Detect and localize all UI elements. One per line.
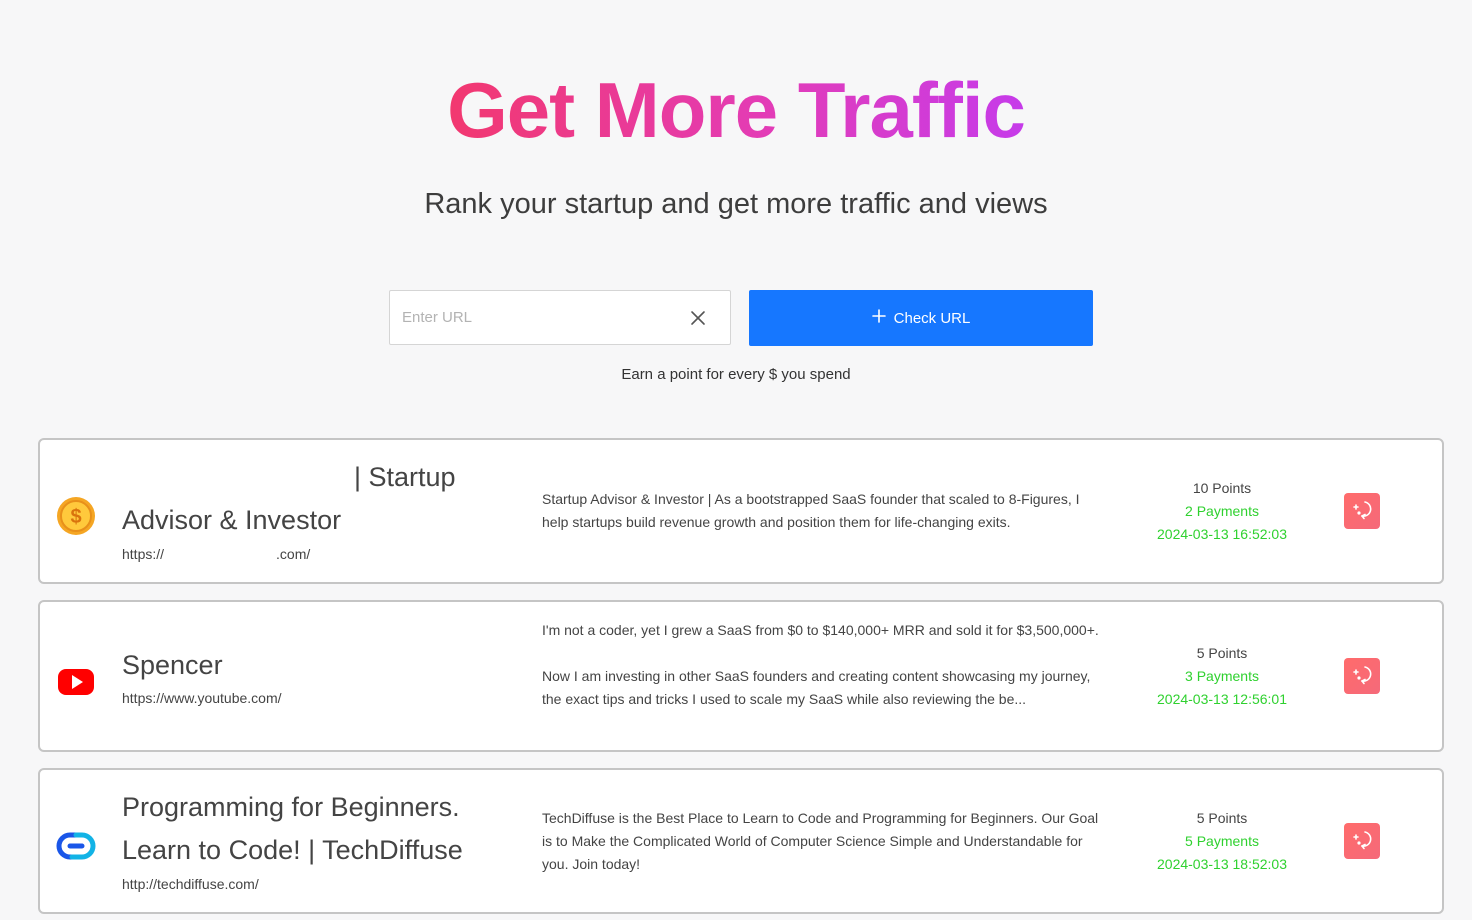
- points-count: 5 Points: [1196, 810, 1248, 826]
- listing-description: TechDiffuse is the Best Place to Learn t…: [542, 810, 1099, 872]
- sparkle-refresh-icon: [1350, 662, 1374, 691]
- listing-url[interactable]: https://.com/: [122, 546, 310, 562]
- listing-description: I'm not a coder, yet I grew a SaaS from …: [542, 622, 1099, 707]
- boost-button[interactable]: [1344, 658, 1380, 694]
- url-input[interactable]: [390, 291, 704, 344]
- svg-text:$: $: [70, 506, 81, 528]
- dollar-coin-icon: $: [56, 496, 96, 536]
- sparkle-refresh-icon: [1350, 827, 1374, 856]
- clear-icon[interactable]: [688, 308, 708, 328]
- listing-date: 2024-03-13 18:52:03: [1157, 856, 1287, 872]
- techdiffuse-logo-icon: [56, 826, 96, 866]
- boost-button[interactable]: [1344, 823, 1380, 859]
- check-url-label: Check URL: [893, 309, 971, 327]
- sparkle-refresh-icon: [1350, 497, 1374, 526]
- hero-subtitle: Rank your startup and get more traffic a…: [424, 188, 1048, 220]
- payments-count: 5 Payments: [1185, 833, 1259, 849]
- listing-card[interactable]: $ | Startup Advisor & Investor https://.…: [38, 438, 1444, 584]
- earn-note: Earn a point for every $ you spend: [621, 366, 851, 383]
- listing-date: 2024-03-13 12:56:01: [1157, 691, 1287, 707]
- listing-description: Startup Advisor & Investor | As a bootst…: [542, 491, 1080, 530]
- listing-url[interactable]: http://techdiffuse.com/: [122, 876, 259, 892]
- listing-title[interactable]: Programming for Beginners. Learn to Code…: [122, 786, 482, 872]
- listing-stats: 5 Points 3 Payments 2024-03-13 12:56:01: [1142, 642, 1302, 711]
- boost-button[interactable]: [1344, 493, 1380, 529]
- url-field[interactable]: [389, 290, 731, 345]
- listing-card[interactable]: Programming for Beginners. Learn to Code…: [38, 768, 1444, 914]
- check-url-button[interactable]: Check URL: [749, 290, 1093, 346]
- youtube-icon: [56, 662, 96, 702]
- listing-stats: 10 Points 2 Payments 2024-03-13 16:52:03: [1142, 477, 1302, 546]
- listing-card[interactable]: Spencer https://www.youtube.com/ I'm not…: [38, 600, 1444, 752]
- points-count: 5 Points: [1196, 645, 1248, 661]
- listing-stats: 5 Points 5 Payments 2024-03-13 18:52:03: [1142, 807, 1302, 876]
- hero-title: Get More Traffic: [447, 66, 1026, 154]
- payments-count: 2 Payments: [1185, 503, 1259, 519]
- listing-date: 2024-03-13 16:52:03: [1157, 526, 1287, 542]
- points-count: 10 Points: [1192, 480, 1252, 496]
- payments-count: 3 Payments: [1185, 668, 1259, 684]
- listing-url[interactable]: https://www.youtube.com/: [122, 690, 282, 706]
- plus-icon: [871, 309, 886, 327]
